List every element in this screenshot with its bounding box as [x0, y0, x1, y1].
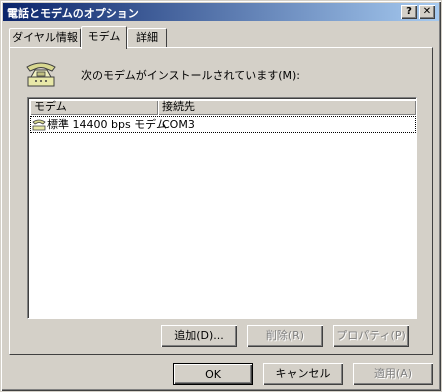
dialog-window: 電話とモデムのオプション ? ✕ ダイヤル情報 モデム 詳細 次のモデムがインス…	[0, 0, 442, 392]
close-icon: ✕	[422, 6, 432, 17]
add-button[interactable]: 追加(D)...	[161, 325, 237, 347]
apply-button[interactable]: 適用(A)	[353, 363, 433, 385]
column-header-model[interactable]: モデム	[30, 100, 158, 115]
help-icon: ?	[406, 6, 412, 17]
column-header-port[interactable]: 接続先	[158, 100, 416, 115]
modem-icon	[32, 119, 46, 131]
tab-dialing-rules[interactable]: ダイヤル情報	[9, 28, 81, 47]
remove-button[interactable]: 削除(R)	[247, 325, 323, 347]
telephone-icon	[26, 62, 56, 87]
help-button[interactable]: ?	[401, 5, 417, 19]
installed-modems-label: 次のモデムがインストールされています(M):	[81, 69, 301, 82]
ok-button[interactable]: OK	[173, 363, 253, 385]
properties-button[interactable]: プロパティ(P)	[333, 325, 409, 347]
window-title: 電話とモデムのオプション	[7, 7, 139, 20]
modem-name: 標準 14400 bps モデム	[47, 118, 167, 131]
close-button[interactable]: ✕	[419, 5, 435, 19]
cancel-button[interactable]: キャンセル	[263, 363, 343, 385]
tab-modems[interactable]: モデム	[81, 26, 127, 49]
title-bar[interactable]: 電話とモデムのオプション ? ✕	[3, 3, 439, 21]
modem-port: COM3	[162, 118, 195, 131]
list-item[interactable]: 標準 14400 bps モデム COM3	[30, 116, 416, 133]
modem-list[interactable]: モデム 接続先 標準 14400 bps モデム COM3	[27, 97, 417, 319]
list-header: モデム 接続先	[30, 100, 416, 115]
tab-advanced[interactable]: 詳細	[127, 28, 167, 47]
